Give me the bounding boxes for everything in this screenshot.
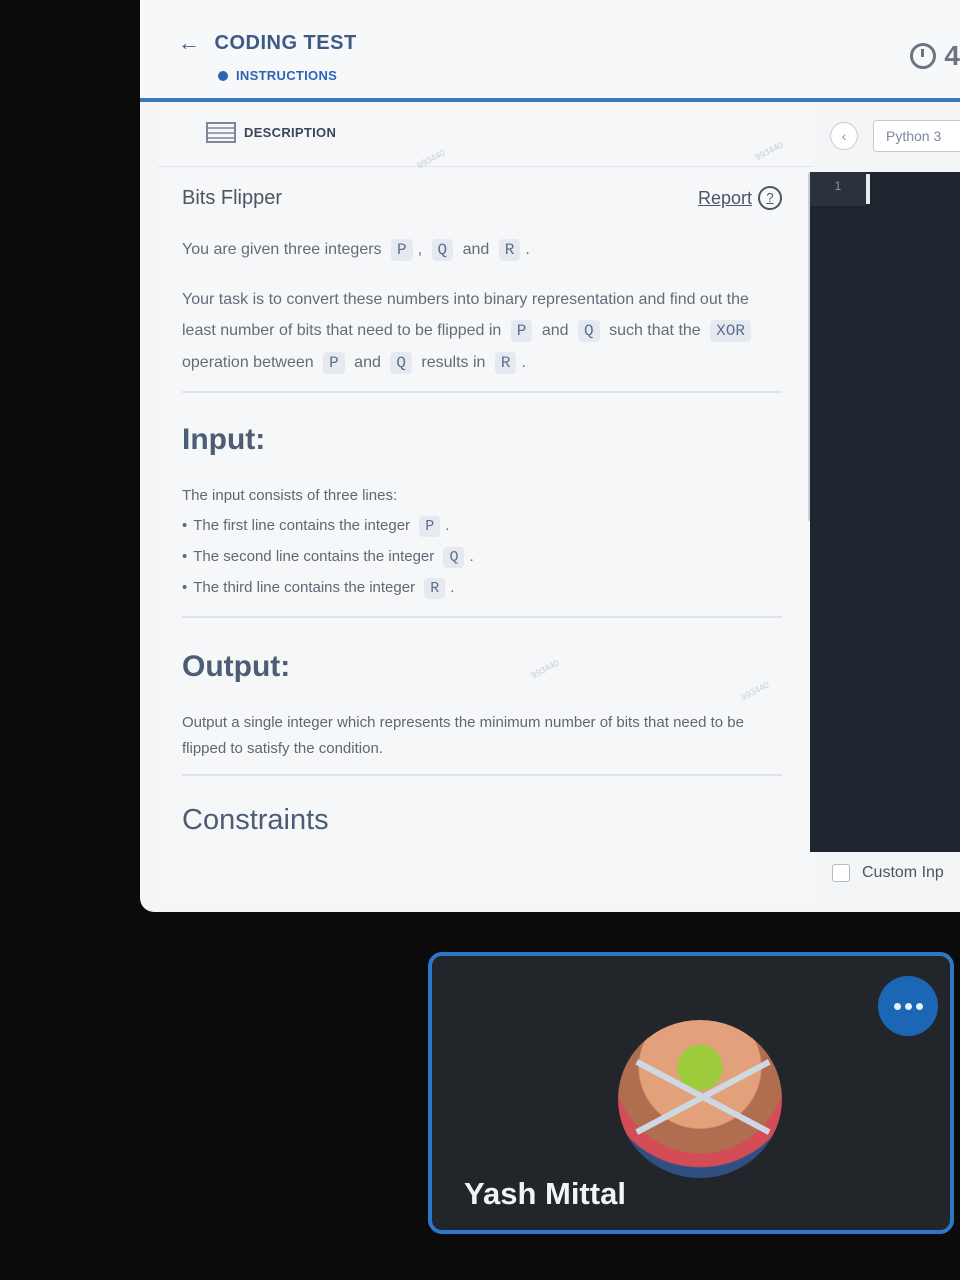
report-link[interactable]: Report ? [698,186,782,210]
clock-icon [910,43,937,69]
task-and: and [354,354,381,371]
avatar [618,1020,782,1178]
custom-input-checkbox[interactable] [832,864,850,882]
divider [182,774,782,776]
timer-text: 4 [944,40,960,71]
code-editor[interactable]: 1 [810,172,960,852]
participant-name: Yash Mittal [464,1176,626,1211]
problem-task: Your task is to convert these numbers in… [182,284,782,379]
more-dot-icon [915,1002,923,1010]
more-options-button[interactable] [878,976,938,1036]
text-cursor [866,174,870,204]
custom-input-toggle[interactable]: Custom Inp [832,864,944,882]
list-item: The second line contains the integer Q. [182,542,782,573]
intro-sep: , [417,241,423,258]
more-dot-icon [893,1002,901,1010]
var-r: R [494,352,517,374]
input-description: The input consists of three lines: [182,487,398,504]
title-row: Bits Flipper Report ? [182,186,782,210]
input-lines-list: The first line contains the integer P. T… [182,511,782,604]
instructions-label: INSTRUCTIONS [236,68,338,83]
var-q: Q [578,320,600,342]
constraints-heading: Constraints [182,804,329,836]
var-p: P [391,239,413,261]
var-q: Q [443,547,465,568]
var-q: Q [431,239,454,261]
problem-intro: You are given three integers P, Q and R. [182,234,782,266]
report-label: Report [697,187,752,208]
output-description: Output a single integer which represents… [182,714,744,757]
back-link-label: CODING TEST [214,31,357,54]
panel-tab-bar: DESCRIPTION [158,104,814,167]
var-r: R [498,239,521,261]
custom-input-label: Custom Inp [862,864,944,881]
var-p: P [510,320,533,342]
back-arrow-icon: ← [178,30,201,55]
divider [182,616,782,618]
help-icon: ? [758,186,782,210]
input-heading: Input: [182,423,266,456]
task-and: and [541,322,569,339]
list-item-text: The third line contains the integer [193,579,416,596]
intro-and: and [462,241,490,258]
var-p: P [419,516,441,537]
output-heading: Output: [182,650,291,683]
list-item-text: The second line contains the integer [193,548,435,565]
editor-panel: ‹ Python 3 1 Custom Inp [810,104,960,912]
task-text: results in [421,354,486,371]
participant-video-tile[interactable]: Yash Mittal [428,952,954,1234]
browser-window: ← CODING TEST INSTRUCTIONS 4 DESCRIPTION… [140,0,960,912]
top-bar: ← CODING TEST INSTRUCTIONS 4 [140,0,960,102]
editor-toolbar: ‹ Python 3 [818,104,960,168]
problem-title: Bits Flipper [182,186,283,209]
intro-end: . [525,241,530,258]
document-icon [206,122,236,143]
line-number: 1 [810,172,866,206]
divider [182,391,782,393]
problem-content: Bits Flipper Report ? You are given thre… [182,186,782,837]
tab-description[interactable]: DESCRIPTION [206,122,336,143]
var-q: Q [390,352,412,374]
problem-panel: DESCRIPTION 993440 993440 993440 993440 … [158,104,814,904]
list-item: The third line contains the integer R. [182,573,782,604]
more-dot-icon [904,1002,912,1010]
instructions-link[interactable]: INSTRUCTIONS [218,68,337,83]
list-item-text: The first line contains the integer [193,517,411,534]
collapse-button[interactable]: ‹ [830,122,858,150]
task-text: operation between [182,354,314,371]
language-select[interactable]: Python 3 [873,120,960,152]
instructions-dot-icon [218,70,228,81]
task-text: such that the [609,322,701,339]
var-r: R [424,578,446,599]
back-to-coding-test-link[interactable]: ← CODING TEST [178,30,357,56]
list-item: The first line contains the integer P. [182,511,782,542]
intro-text: You are given three integers [182,241,382,258]
timer: 4 [910,40,960,72]
tab-description-label: DESCRIPTION [244,125,337,140]
var-p: P [323,352,345,374]
xor-keyword: XOR [710,320,751,342]
task-end: . [521,354,526,371]
